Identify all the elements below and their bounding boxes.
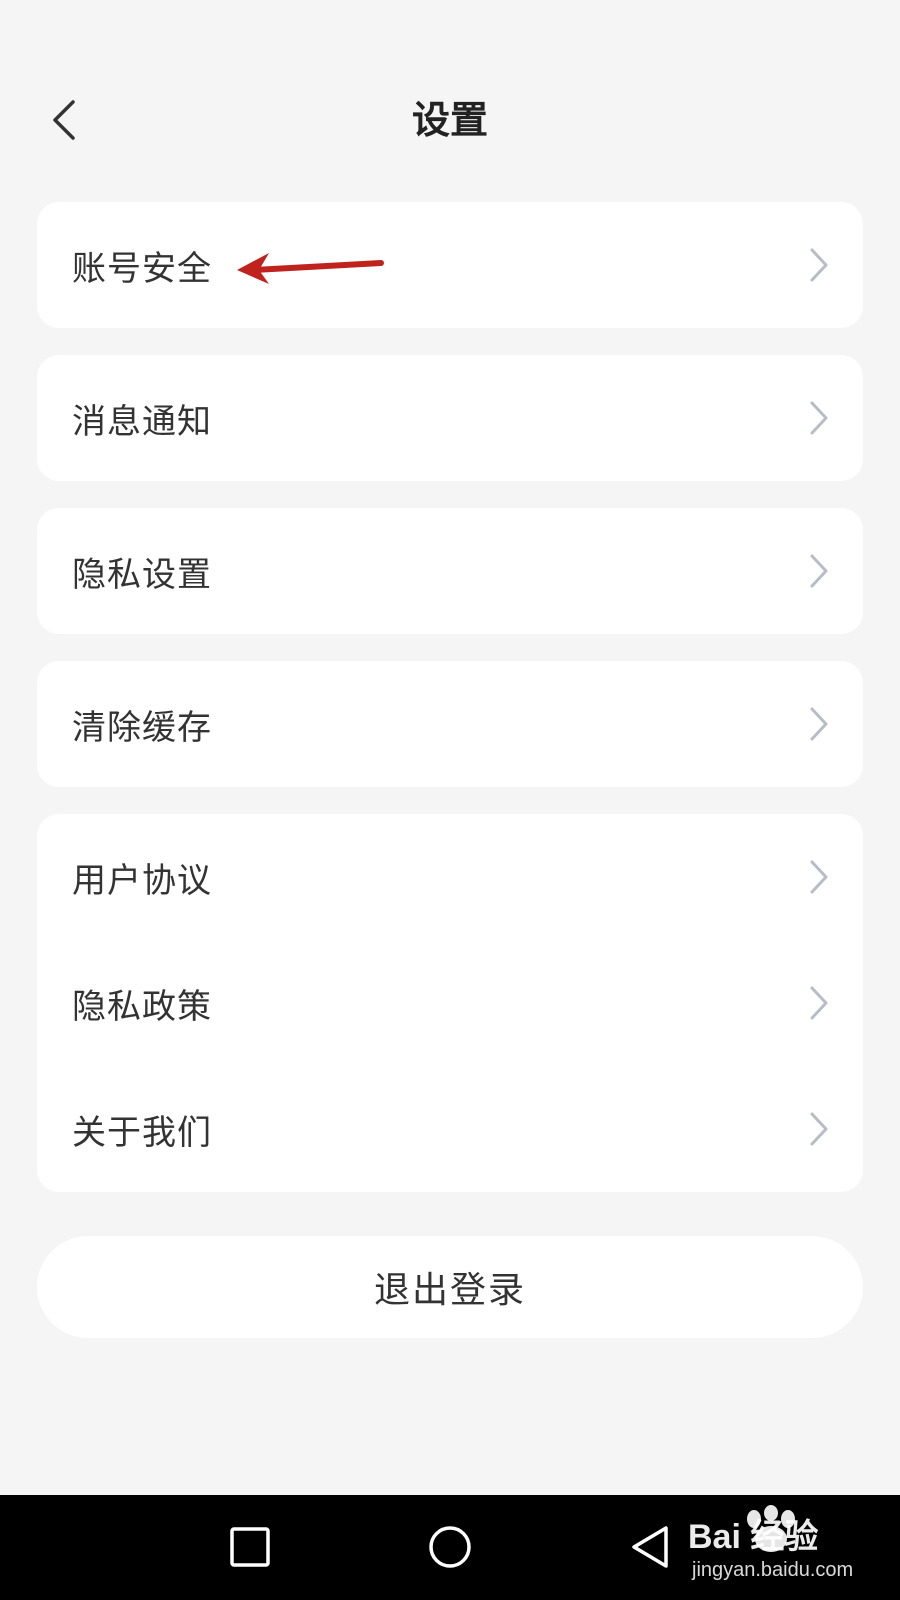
chevron-right-icon (810, 986, 828, 1020)
page-title: 设置 (411, 98, 488, 142)
chevron-right-icon (810, 707, 828, 741)
settings-item-label: 消息通知 (72, 401, 212, 442)
settings-item-label: 隐私政策 (72, 986, 212, 1027)
home-circle-icon (429, 1526, 471, 1568)
logout-label: 退出登录 (373, 1270, 526, 1311)
logout-button[interactable]: 退出登录 (37, 1236, 863, 1338)
chevron-right-icon (810, 401, 828, 435)
settings-group-account: 账号安全 (37, 202, 863, 328)
settings-item-about-us[interactable]: 关于我们 (37, 1066, 863, 1192)
settings-group-privacy: 隐私设置 (37, 508, 863, 634)
settings-item-user-agreement[interactable]: 用户协议 (37, 814, 863, 940)
settings-item-label: 账号安全 (72, 248, 212, 289)
chevron-right-icon (810, 554, 828, 588)
chevron-right-icon (810, 1112, 828, 1146)
home-button[interactable] (420, 1517, 480, 1577)
chevron-right-icon (810, 860, 828, 894)
settings-item-privacy-settings[interactable]: 隐私设置 (37, 508, 863, 634)
settings-item-account-security[interactable]: 账号安全 (37, 202, 863, 328)
settings-item-label: 清除缓存 (72, 707, 212, 748)
settings-group-notifications: 消息通知 (37, 355, 863, 481)
settings-item-notifications[interactable]: 消息通知 (37, 355, 863, 481)
settings-item-clear-cache[interactable]: 清除缓存 (37, 661, 863, 787)
settings-group-cache: 清除缓存 (37, 661, 863, 787)
system-nav-bar (0, 1495, 900, 1600)
settings-item-label: 用户协议 (72, 860, 212, 901)
recents-square-icon (230, 1527, 270, 1567)
recents-button[interactable] (220, 1517, 280, 1577)
settings-group-about: 用户协议 隐私政策 关于我们 (37, 814, 863, 1192)
settings-item-privacy-policy[interactable]: 隐私政策 (37, 940, 863, 1066)
settings-item-label: 隐私设置 (72, 554, 212, 595)
chevron-right-icon (810, 248, 828, 282)
header-bar: 设置 (0, 60, 900, 180)
back-nav-button[interactable] (620, 1517, 680, 1577)
settings-item-label: 关于我们 (72, 1112, 212, 1153)
back-triangle-icon (632, 1526, 668, 1568)
